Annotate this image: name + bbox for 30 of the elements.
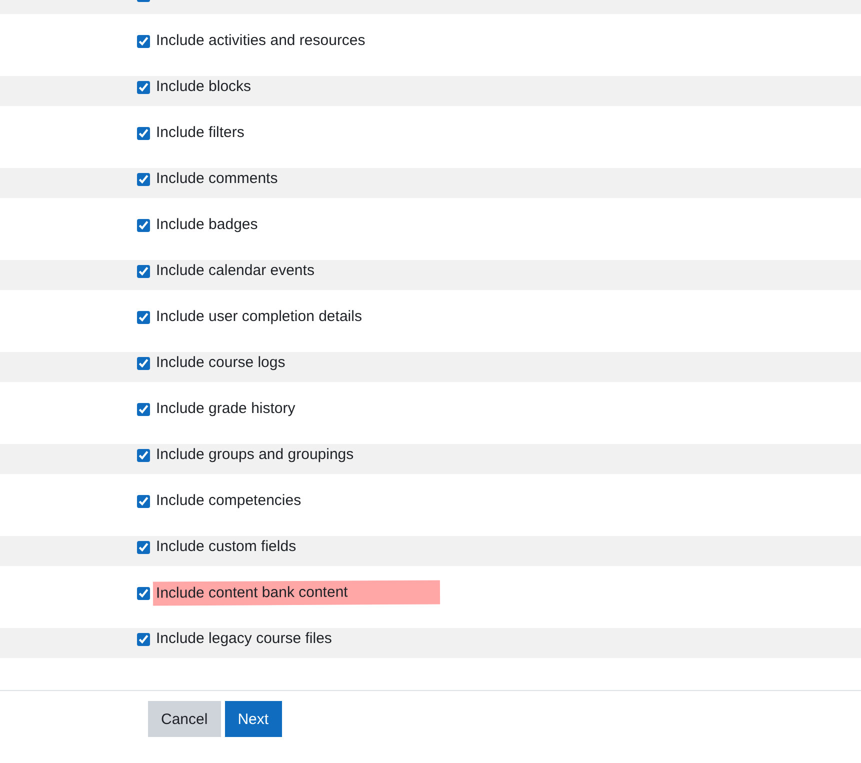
cancel-button[interactable]: Cancel [148,701,221,737]
checkbox[interactable] [137,541,150,554]
checkbox[interactable] [137,219,150,232]
checkbox-label: Include course logs [156,353,286,373]
checkbox-label: Include grade history [156,399,296,419]
checkbox-label: Include groups and groupings [156,445,354,465]
checkbox-label: Include legacy course files [156,629,332,649]
next-button[interactable]: Next [224,701,282,737]
checkbox[interactable] [137,633,150,646]
checkbox-label: Include filters [156,123,244,143]
checkbox[interactable] [137,449,150,462]
checkbox[interactable] [137,81,150,94]
checkbox-label: Include user completion details [156,307,362,327]
checkbox-label: Include competencies [156,491,302,511]
checkbox[interactable] [137,173,150,186]
checkbox-label: Include custom fields [156,537,296,557]
checkbox-label: Include calendar events [156,261,314,281]
checkbox[interactable] [137,403,150,416]
checkbox[interactable] [137,357,150,370]
checkbox-label: Include activities and resources [156,31,366,51]
checkbox[interactable] [137,495,150,508]
checkbox[interactable] [137,587,150,600]
checkbox[interactable] [137,265,150,278]
checkbox[interactable] [137,35,150,48]
checkbox-label: Include badges [156,215,258,235]
checkbox[interactable] [137,311,150,324]
checkbox[interactable] [137,127,150,140]
checkbox-label: Include blocks [156,77,252,97]
checkbox-label: Include comments [156,169,278,189]
checkbox-label: Include content bank content [152,580,440,606]
